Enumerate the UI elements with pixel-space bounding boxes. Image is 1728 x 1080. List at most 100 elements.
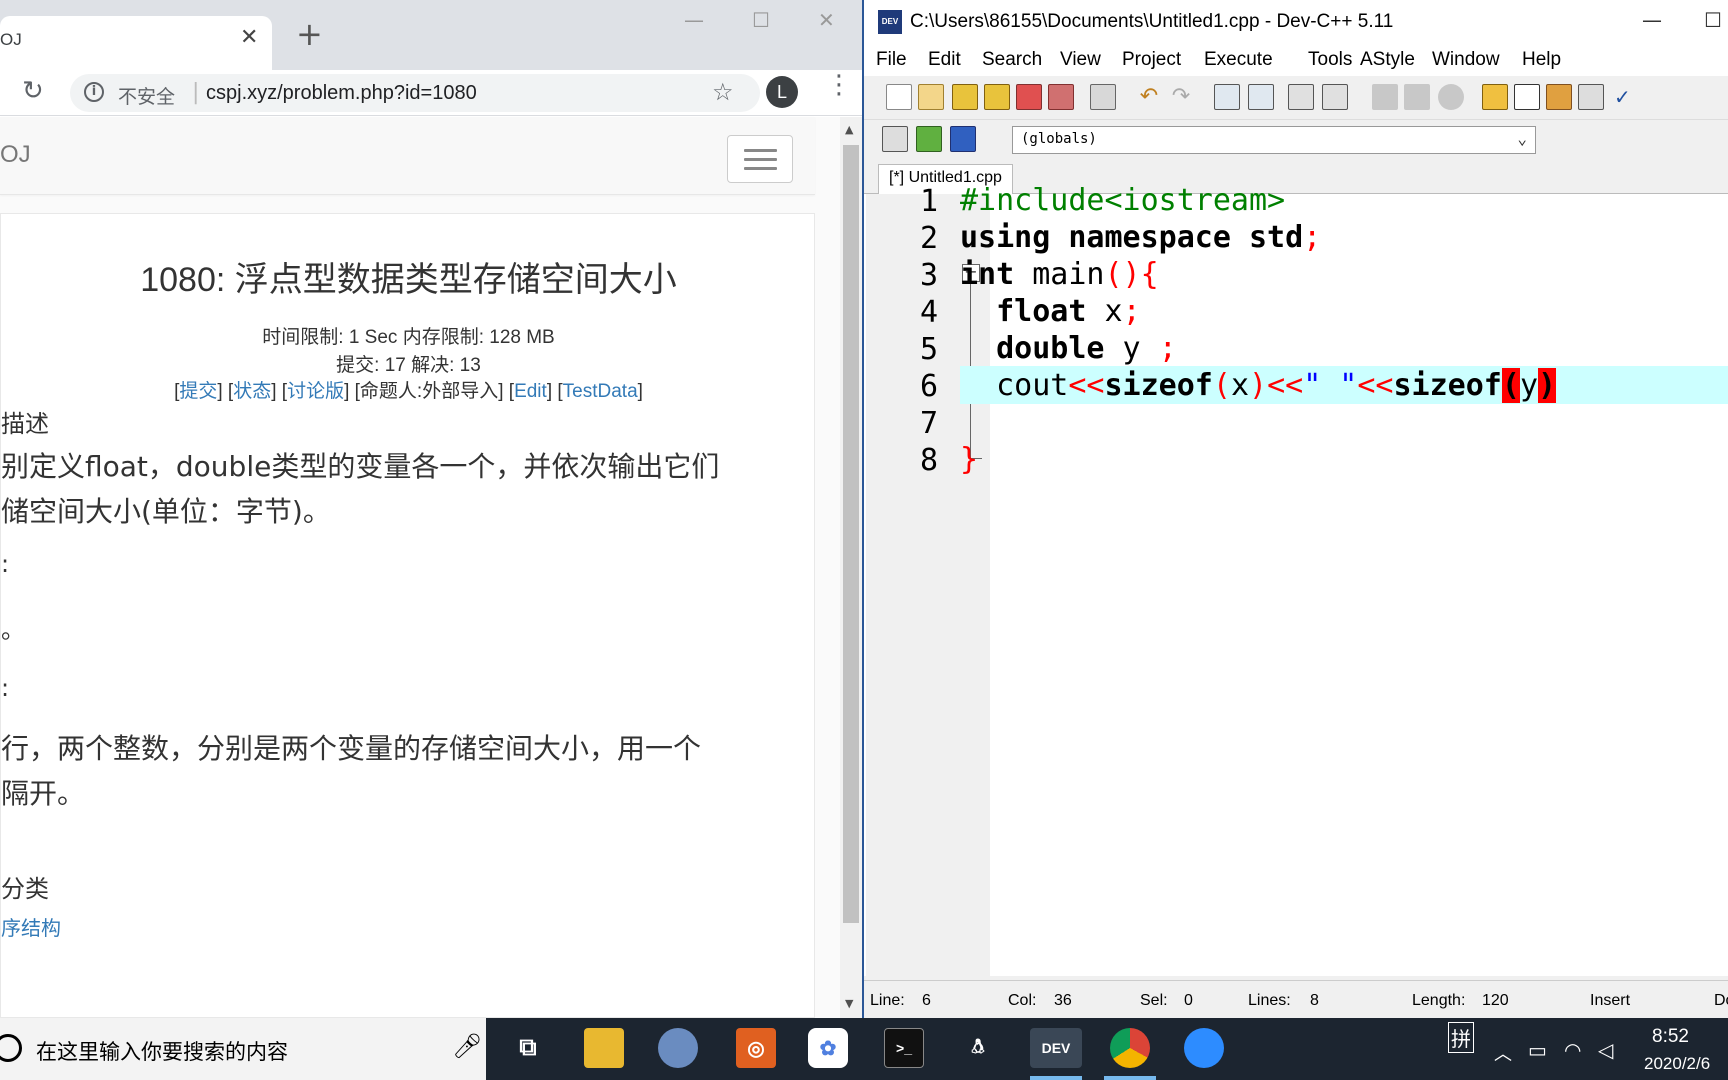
new-project-icon[interactable] bbox=[1482, 84, 1508, 110]
input-text: 。 bbox=[1, 616, 25, 644]
microphone-icon[interactable]: 🎤︎ bbox=[452, 1032, 482, 1060]
browser-tab[interactable]: OJ ✕ bbox=[0, 16, 272, 70]
nav-toggle-button[interactable] bbox=[727, 135, 793, 183]
windows-taskbar: 在这里输入你要搜索的内容 🎤︎ ⧉ ◎ ✿ >_ 🐧︎ DEV 拼 ︿ ▭ ◠ … bbox=[0, 1018, 1728, 1080]
class-browser-icon[interactable] bbox=[1546, 84, 1572, 110]
menu-window[interactable]: Window bbox=[1432, 49, 1500, 71]
clock-time[interactable]: 8:52 bbox=[1652, 1026, 1689, 1048]
qq-icon[interactable]: 🐧︎ bbox=[958, 1028, 998, 1068]
cloud-app-icon[interactable]: ✿ bbox=[808, 1028, 848, 1068]
paren: ) bbox=[1249, 368, 1268, 403]
undo-icon[interactable]: ↶ bbox=[1136, 84, 1162, 110]
edit-link[interactable]: Edit bbox=[514, 381, 547, 402]
main-toolbar: ↶ ↷ ✓ bbox=[864, 76, 1728, 120]
wifi-icon[interactable]: ◠ bbox=[1564, 1038, 1581, 1063]
maximize-icon[interactable]: ☐ bbox=[1704, 8, 1722, 32]
recorder-icon[interactable]: ◎ bbox=[736, 1028, 776, 1068]
window-icon[interactable] bbox=[1514, 84, 1540, 110]
bookmark-star-icon[interactable]: ☆ bbox=[712, 78, 734, 106]
taskbar-search-box[interactable]: 在这里输入你要搜索的内容 🎤︎ bbox=[0, 1018, 486, 1080]
tray-chevron-icon[interactable]: ︿ bbox=[1494, 1040, 1512, 1066]
task-view-icon[interactable]: ⧉ bbox=[508, 1028, 548, 1068]
scroll-up-icon[interactable]: ▲ bbox=[845, 123, 853, 136]
status-mode: Insert bbox=[1590, 992, 1631, 1009]
layout-icon[interactable] bbox=[1578, 84, 1604, 110]
battery-icon[interactable]: ▭ bbox=[1528, 1038, 1547, 1063]
chrome-icon[interactable] bbox=[1110, 1028, 1150, 1068]
minimize-icon[interactable]: — bbox=[1642, 8, 1662, 32]
menu-search[interactable]: Search bbox=[982, 49, 1042, 71]
close-icon[interactable]: ✕ bbox=[818, 8, 835, 32]
toggle-bookmark-icon[interactable] bbox=[916, 126, 942, 152]
semicolon: ; bbox=[1122, 294, 1141, 329]
goto-bookmark-icon[interactable] bbox=[950, 126, 976, 152]
browser-menu-icon[interactable]: ⋮ bbox=[826, 72, 852, 98]
toggle-comment-icon[interactable] bbox=[1438, 84, 1464, 110]
menu-project[interactable]: Project bbox=[1122, 49, 1181, 71]
find-icon[interactable] bbox=[1214, 84, 1240, 110]
goto-line-icon[interactable] bbox=[1288, 84, 1314, 110]
status-link[interactable]: 状态 bbox=[233, 381, 271, 402]
command-prompt-icon[interactable]: >_ bbox=[884, 1028, 924, 1068]
menu-view[interactable]: View bbox=[1060, 49, 1101, 71]
maximize-icon[interactable]: ☐ bbox=[752, 8, 770, 32]
indent-icon[interactable] bbox=[1372, 84, 1398, 110]
address-bar[interactable]: i 不安全 | cspj.xyz/problem.php?id=1080 ☆ bbox=[70, 74, 760, 112]
page-scrollbar[interactable]: ▲ ▼ bbox=[840, 117, 862, 1018]
save-icon[interactable] bbox=[952, 84, 978, 110]
input-heading: : bbox=[1, 550, 10, 578]
scroll-down-icon[interactable]: ▼ bbox=[845, 997, 853, 1010]
testdata-link[interactable]: TestData bbox=[563, 381, 638, 402]
replace-icon[interactable] bbox=[1248, 84, 1274, 110]
scope-combobox[interactable]: (globals) ⌄ bbox=[1012, 126, 1536, 154]
volume-icon[interactable]: ◁ bbox=[1598, 1038, 1613, 1063]
discuss-link[interactable]: 讨论版 bbox=[287, 381, 344, 402]
print-icon[interactable] bbox=[1090, 84, 1116, 110]
active-app-indicator bbox=[1030, 1076, 1082, 1080]
insert-icon[interactable] bbox=[882, 126, 908, 152]
submit-link[interactable]: 提交 bbox=[179, 381, 217, 402]
line-number-gutter: 1 2 3 4 5 6 7 8 bbox=[866, 184, 948, 976]
paint-icon[interactable] bbox=[658, 1028, 698, 1068]
devcpp-taskbar-icon[interactable]: DEV bbox=[1030, 1028, 1082, 1068]
menu-edit[interactable]: Edit bbox=[928, 49, 961, 71]
menu-help[interactable]: Help bbox=[1522, 49, 1561, 71]
hamburger-bar bbox=[744, 167, 777, 170]
taskbar-search-placeholder[interactable]: 在这里输入你要搜索的内容 bbox=[36, 1036, 288, 1066]
save-all-icon[interactable] bbox=[984, 84, 1010, 110]
scrollbar-thumb[interactable] bbox=[843, 145, 859, 923]
ime-indicator[interactable]: 拼 bbox=[1448, 1022, 1474, 1053]
chevron-down-icon[interactable]: ⌄ bbox=[1517, 129, 1527, 148]
close-all-icon[interactable] bbox=[1048, 84, 1074, 110]
tab-close-icon[interactable]: ✕ bbox=[240, 25, 258, 50]
menu-tools[interactable]: Tools bbox=[1308, 49, 1352, 71]
info-icon[interactable]: i bbox=[84, 82, 104, 102]
minimize-icon[interactable]: — bbox=[684, 8, 704, 32]
redo-icon[interactable]: ↷ bbox=[1168, 84, 1194, 110]
file-explorer-icon[interactable] bbox=[584, 1028, 624, 1068]
browser-toolbar: ↻ i 不安全 | cspj.xyz/problem.php?id=1080 ☆… bbox=[0, 70, 862, 116]
code-editor[interactable]: 1 2 3 4 5 6 7 8 − #include<iostream> usi… bbox=[864, 183, 1728, 976]
menu-execute[interactable]: Execute bbox=[1204, 49, 1273, 71]
close-file-icon[interactable] bbox=[1016, 84, 1042, 110]
open-file-icon[interactable] bbox=[918, 84, 944, 110]
category-link[interactable]: 序结构 bbox=[1, 912, 61, 941]
zoom-icon[interactable] bbox=[1184, 1028, 1224, 1068]
bookmark-icon[interactable] bbox=[1322, 84, 1348, 110]
site-brand[interactable]: OJ bbox=[0, 141, 31, 169]
compile-icon[interactable]: ✓ bbox=[1614, 84, 1640, 110]
preprocessor-directive: #include<iostream> bbox=[960, 183, 1286, 218]
menu-file[interactable]: File bbox=[876, 49, 907, 71]
category-heading: 分类 bbox=[1, 875, 49, 903]
clock-date[interactable]: 2020/2/6 bbox=[1644, 1054, 1710, 1074]
reload-icon[interactable]: ↻ bbox=[22, 76, 44, 106]
cortana-icon[interactable] bbox=[0, 1034, 22, 1062]
menu-astyle[interactable]: AStyle bbox=[1360, 49, 1415, 71]
profile-avatar[interactable]: L bbox=[766, 76, 798, 108]
unindent-icon[interactable] bbox=[1404, 84, 1430, 110]
menu-bar: File Edit Search View Project Execute To… bbox=[864, 44, 1728, 76]
new-file-icon[interactable] bbox=[886, 84, 912, 110]
url-text[interactable]: cspj.xyz/problem.php?id=1080 bbox=[206, 82, 477, 105]
new-tab-button[interactable]: + bbox=[296, 18, 323, 50]
hamburger-bar bbox=[744, 158, 777, 161]
